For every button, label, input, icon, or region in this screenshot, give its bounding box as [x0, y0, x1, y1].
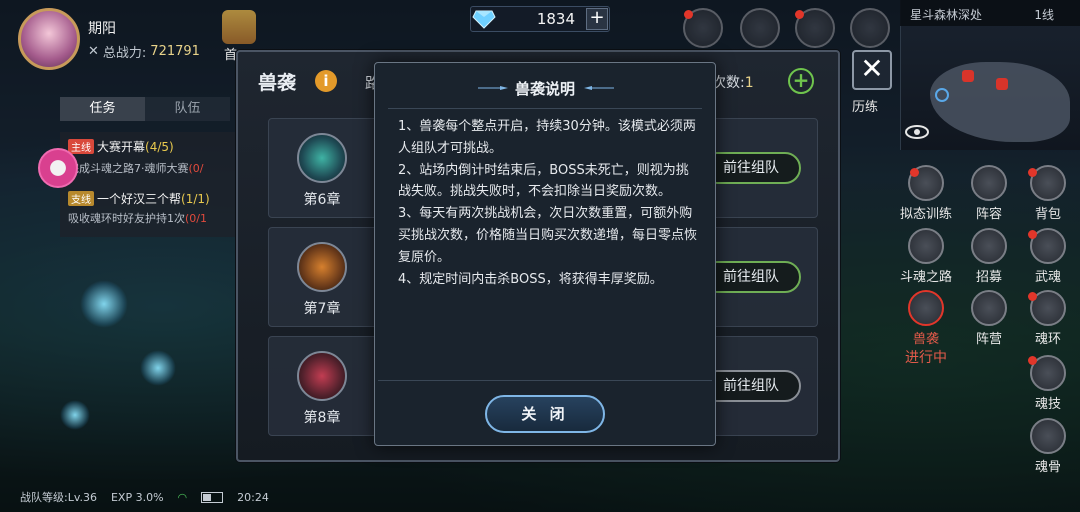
go-to-team-button[interactable]: 前往组队 — [701, 370, 801, 402]
tab-tasks[interactable]: 任务 — [60, 97, 145, 121]
menu-soul-bone[interactable]: 魂骨 — [1020, 418, 1076, 475]
menu-lineup[interactable]: 阵容 — [961, 165, 1017, 222]
info-icon[interactable]: i — [315, 70, 337, 92]
trophy-icon[interactable] — [740, 8, 780, 48]
rule-item: 2、站场内倒计时结束后，BOSS未死亡，则视为挑战失败。挑战失败时，不会扣除当日… — [398, 162, 689, 200]
boss-marker-icon — [996, 78, 1008, 90]
player-name: 期阳 — [88, 21, 116, 37]
power-value: 721791 — [150, 44, 200, 59]
power-row: ✕ 总战力: 721791 — [88, 42, 200, 61]
quest-desc: 吸收魂环时好友护持1次(0/1 — [68, 212, 207, 225]
notification-dot — [910, 168, 919, 177]
menu-soul-road[interactable]: 斗魂之路 — [898, 228, 954, 285]
camp-flag-icon — [971, 290, 1007, 326]
eye-icon[interactable] — [905, 124, 929, 140]
clock: 20:24 — [237, 490, 269, 504]
boss-portrait — [297, 133, 347, 183]
status-bar: 战队等级:Lv.36 EXP 3.0% ◠ 20:24 — [20, 489, 269, 505]
lineup-icon — [971, 165, 1007, 201]
glow-plant — [140, 350, 176, 386]
rule-item: 1、兽袭每个整点开启，持续30分钟。该模式必须两人组队才可挑战。 — [398, 119, 696, 156]
quest-desc: 完成斗魂之路7·魂师大赛(0/ — [68, 162, 204, 175]
player-avatar[interactable] — [18, 8, 80, 70]
tab-team[interactable]: 队伍 — [145, 97, 230, 121]
notification-dot — [684, 10, 693, 19]
notification-dot — [1028, 168, 1037, 177]
soul-bone-icon — [1030, 418, 1066, 454]
go-to-team-button[interactable]: 前往组队 — [701, 152, 801, 184]
divider — [388, 108, 702, 109]
beast-raid-icon — [908, 290, 944, 326]
notification-dot — [1028, 230, 1037, 239]
power-label: 总战力: — [102, 46, 147, 61]
boss-marker-icon — [962, 70, 974, 82]
close-panel-button[interactable]: ✕ — [852, 50, 892, 90]
panel-title: 兽袭 — [258, 72, 297, 94]
menu-camp[interactable]: 阵营 — [961, 290, 1017, 347]
mascot-icon[interactable] — [38, 148, 78, 188]
add-diamonds-button[interactable]: + — [586, 8, 608, 30]
rule-item: 3、每天有两次挑战机会，次日次数重置，可额外购买挑战次数，价格随当日购买次数递增… — [398, 206, 698, 265]
portal-marker-icon — [935, 88, 949, 102]
quest-list: 主线 大赛开幕(4/5) 完成斗魂之路7·魂师大赛(0/ 支线 一个好汉三个帮(1/… — [60, 132, 240, 237]
exp-value: EXP 3.0% — [110, 490, 164, 504]
notification-dot — [795, 10, 804, 19]
recruit-icon — [971, 228, 1007, 264]
gift-icon[interactable] — [222, 10, 256, 44]
quest-tabs: 任务 队伍 — [60, 97, 230, 121]
dialog-title: 兽袭说明 — [514, 80, 575, 98]
chapter-label: 第6章 — [303, 192, 341, 208]
team-level: 战队等级:Lv.36 — [20, 491, 97, 504]
battery-icon — [201, 491, 224, 503]
buy-attempts-button[interactable]: + — [788, 68, 814, 94]
title-ornament-right — [584, 86, 614, 90]
quest-tag: 支线 — [68, 191, 94, 206]
rule-item: 4、规定时间内击杀BOSS，将获得丰厚奖励。 — [398, 271, 663, 287]
map-location: 星斗森林深处 — [910, 8, 983, 22]
shop-icon[interactable] — [850, 8, 890, 48]
menu-recruit[interactable]: 招募 — [961, 228, 1017, 285]
quest-item[interactable]: 支线 一个好汉三个帮(1/1) — [68, 190, 210, 207]
quest-item[interactable]: 主线 大赛开幕(4/5) — [68, 138, 174, 155]
divider — [378, 380, 712, 381]
boss-portrait — [297, 242, 347, 292]
chapter-label: 第8章 — [303, 410, 341, 426]
chapter-label: 第7章 — [303, 301, 341, 317]
wifi-icon: ◠ — [177, 490, 188, 504]
beast-raid-status: 进行中 — [905, 350, 947, 366]
diamond-icon — [472, 10, 496, 29]
minimap-header: 星斗森林深处 1线 — [900, 0, 1080, 26]
quest-tag: 主线 — [68, 139, 94, 154]
boss-portrait — [297, 351, 347, 401]
glow-plant — [60, 400, 90, 430]
glow-plant — [80, 280, 128, 328]
go-to-team-button[interactable]: 前往组队 — [701, 261, 801, 293]
close-dialog-button[interactable]: 关 闭 — [485, 395, 605, 433]
notification-dot — [1028, 356, 1037, 365]
attempts-count: 次数:1 — [712, 75, 754, 91]
menu-beast-raid[interactable]: 兽袭 进行中 — [898, 290, 954, 367]
notification-dot — [1028, 292, 1037, 301]
menu-mimic-training[interactable]: 拟态训练 — [898, 165, 954, 222]
dialog-body: 1、兽袭每个整点开启，持续30分钟。该模式必须两人组队才可挑战。 2、站场内倒计… — [398, 116, 698, 290]
swords-icon: ✕ — [88, 44, 99, 59]
server-line[interactable]: 1线 — [1034, 6, 1054, 23]
diamond-value: 1834 — [536, 10, 575, 28]
training-label: 历练 — [852, 100, 879, 115]
soul-road-icon — [908, 228, 944, 264]
